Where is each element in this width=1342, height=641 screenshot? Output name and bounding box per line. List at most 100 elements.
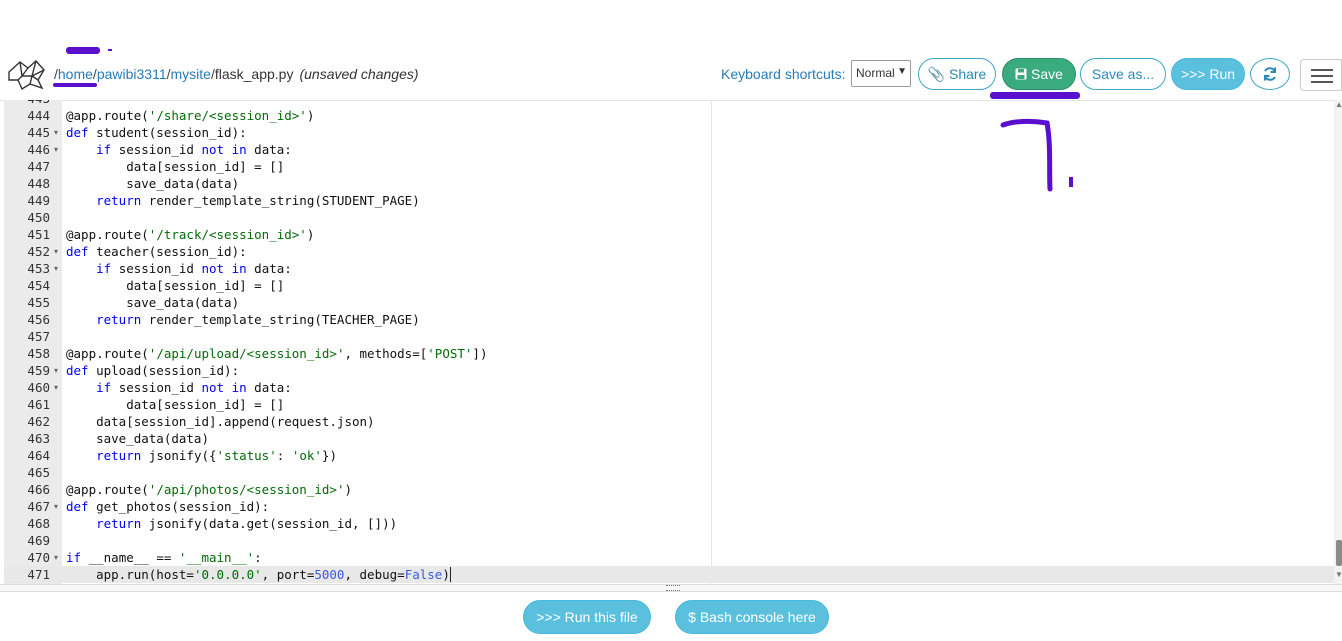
- code-line[interactable]: if session_id not in data:: [62, 141, 1334, 158]
- gutter-row[interactable]: 460 ▾: [4, 379, 62, 396]
- run-button[interactable]: >>> Run: [1171, 58, 1245, 90]
- code-line[interactable]: def upload(session_id):: [62, 362, 1334, 379]
- run-this-file-button[interactable]: >>> Run this file: [523, 600, 651, 634]
- gutter-row[interactable]: 453 ▾: [4, 260, 62, 277]
- fold-arrow-icon[interactable]: ▾: [54, 260, 58, 277]
- gutter-row[interactable]: 462: [4, 413, 62, 430]
- run-button-label: >>> Run: [1180, 66, 1236, 82]
- fold-arrow-icon[interactable]: ▾: [54, 243, 58, 260]
- line-number: 443: [27, 100, 50, 107]
- gutter-row[interactable]: 451: [4, 226, 62, 243]
- code-line[interactable]: data[session_id] = []: [62, 158, 1334, 175]
- code-token: data[session_id].append(request.json): [66, 414, 375, 429]
- bash-console-button[interactable]: $ Bash console here: [675, 600, 829, 634]
- code-text: @app.route('/share/<session_id>'): [66, 107, 314, 124]
- code-line[interactable]: @app.route('/api/upload/<session_id>', m…: [62, 345, 1334, 362]
- code-line[interactable]: @app.route('/track/<session_id>'): [62, 226, 1334, 243]
- code-line[interactable]: def teacher(session_id):: [62, 243, 1334, 260]
- code-line[interactable]: data[session_id].append(request.json): [62, 413, 1334, 430]
- code-token: if: [96, 380, 112, 395]
- code-token: '/api/photos/<session_id>': [148, 482, 345, 497]
- editor-scrollbar-thumb[interactable]: [1336, 540, 1342, 566]
- code-line[interactable]: @app.route('/api/photos/<session_id>'): [62, 481, 1334, 498]
- path-segment-mysite[interactable]: mysite: [171, 66, 211, 82]
- code-line[interactable]: save_data(data): [62, 294, 1334, 311]
- save-button[interactable]: Save: [1002, 58, 1076, 90]
- fold-arrow-icon[interactable]: ▾: [54, 362, 58, 379]
- gutter-row[interactable]: 470 ▾: [4, 549, 62, 566]
- gutter-row[interactable]: 455: [4, 294, 62, 311]
- gutter-row[interactable]: 445 ▾: [4, 124, 62, 141]
- scroll-down-icon[interactable]: ▼: [1335, 570, 1342, 579]
- code-line[interactable]: [62, 209, 1334, 226]
- code-line[interactable]: [62, 532, 1334, 549]
- gutter-row[interactable]: 471: [4, 566, 62, 583]
- path-segment-user[interactable]: pawibi3311: [97, 66, 167, 82]
- code-line[interactable]: if session_id not in data:: [62, 260, 1334, 277]
- code-line[interactable]: save_data(data): [62, 175, 1334, 192]
- code-line[interactable]: if session_id not in data:: [62, 379, 1334, 396]
- code-line[interactable]: return render_template_string(TEACHER_PA…: [62, 311, 1334, 328]
- code-line[interactable]: [62, 464, 1334, 481]
- fold-arrow-icon[interactable]: ▾: [54, 141, 58, 158]
- path-segment-home[interactable]: home: [58, 66, 93, 82]
- code-token: 'ok': [291, 448, 322, 463]
- code-line[interactable]: save_data(data): [62, 430, 1334, 447]
- code-token: if: [96, 261, 112, 276]
- gutter-row[interactable]: 458: [4, 345, 62, 362]
- gutter-row[interactable]: 456: [4, 311, 62, 328]
- line-number-gutter[interactable]: 444 445 ▾ 446 ▾ 447 448 449 450 451 452 ▾ 453 ▾ 454 455…: [4, 100, 62, 584]
- share-button-label: Share: [948, 66, 987, 82]
- resize-grip-icon[interactable]: [666, 585, 680, 591]
- line-number: 469: [27, 533, 50, 548]
- gutter-row[interactable]: 448: [4, 175, 62, 192]
- gutter-row[interactable]: 466: [4, 481, 62, 498]
- gutter-row[interactable]: 468: [4, 515, 62, 532]
- annotation-mark: [990, 92, 1080, 99]
- gutter-row[interactable]: 461: [4, 396, 62, 413]
- gutter-row[interactable]: 457: [4, 328, 62, 345]
- fold-arrow-icon[interactable]: ▾: [54, 498, 58, 515]
- gutter-row[interactable]: 454: [4, 277, 62, 294]
- line-number: 447: [27, 159, 50, 174]
- code-editor[interactable]: @app.route('/share/<session_id>') def stu…: [62, 100, 1334, 584]
- gutter-row[interactable]: 464: [4, 447, 62, 464]
- code-line[interactable]: data[session_id] = []: [62, 277, 1334, 294]
- code-line[interactable]: if __name__ == '__main__':: [62, 549, 1334, 566]
- gutter-row[interactable]: 447: [4, 158, 62, 175]
- code-line[interactable]: app.run(host='0.0.0.0', port=5000, debug…: [62, 566, 1334, 583]
- gutter-row[interactable]: 467 ▾: [4, 498, 62, 515]
- gutter-row[interactable]: 446 ▾: [4, 141, 62, 158]
- scroll-up-icon[interactable]: ▲: [1335, 100, 1342, 109]
- gutter-row[interactable]: 449: [4, 192, 62, 209]
- gutter-row[interactable]: 465: [4, 464, 62, 481]
- gutter-row[interactable]: 444: [4, 107, 62, 124]
- refresh-button[interactable]: [1250, 58, 1290, 90]
- gutter-row[interactable]: 469: [4, 532, 62, 549]
- code-line[interactable]: [62, 328, 1334, 345]
- code-token: def: [66, 363, 89, 378]
- gutter-row[interactable]: 450: [4, 209, 62, 226]
- keyboard-mode-select[interactable]: Normal ▼: [851, 60, 911, 87]
- menu-button[interactable]: [1300, 59, 1342, 91]
- fold-arrow-icon[interactable]: ▾: [54, 549, 58, 566]
- gutter-row[interactable]: 459 ▾: [4, 362, 62, 379]
- editor-scrollbar[interactable]: [1334, 100, 1342, 584]
- line-number: 470: [27, 550, 50, 565]
- share-button[interactable]: 📎 Share: [918, 58, 996, 90]
- code-line[interactable]: return jsonify({'status': 'ok'}): [62, 447, 1334, 464]
- code-line[interactable]: @app.route('/share/<session_id>'): [62, 107, 1334, 124]
- fold-arrow-icon[interactable]: ▾: [54, 379, 58, 396]
- gutter-row[interactable]: 452 ▾: [4, 243, 62, 260]
- refresh-icon: [1264, 67, 1276, 81]
- code-line[interactable]: def get_photos(session_id):: [62, 498, 1334, 515]
- code-token: __name__ ==: [81, 550, 179, 565]
- save-as-button[interactable]: Save as...: [1080, 58, 1166, 90]
- code-line[interactable]: def student(session_id):: [62, 124, 1334, 141]
- code-line[interactable]: data[session_id] = []: [62, 396, 1334, 413]
- fold-arrow-icon[interactable]: ▾: [54, 124, 58, 141]
- pythonanywhere-logo-icon[interactable]: [6, 58, 48, 92]
- code-line[interactable]: return render_template_string(STUDENT_PA…: [62, 192, 1334, 209]
- gutter-row[interactable]: 463: [4, 430, 62, 447]
- code-line[interactable]: return jsonify(data.get(session_id, [])): [62, 515, 1334, 532]
